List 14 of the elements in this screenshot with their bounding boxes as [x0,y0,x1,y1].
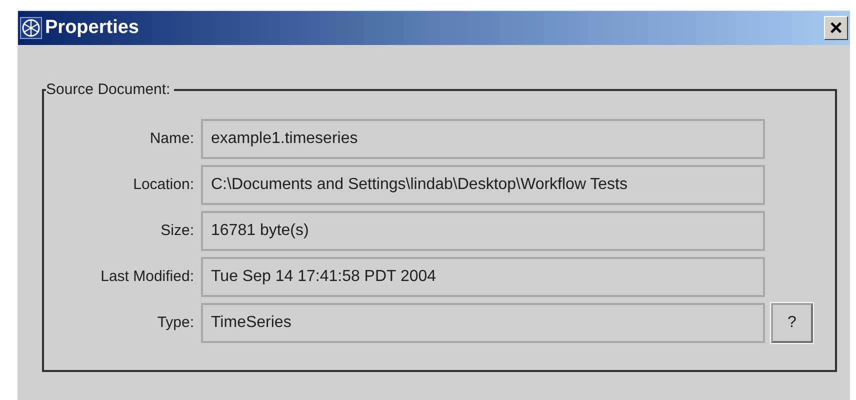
field-label: Name: [148,128,195,149]
field-label: Type: [156,312,195,333]
field-label: Size: [160,220,195,241]
field-label: Location: [132,174,195,195]
text-field[interactable]: C:\Documents and Settings\lindab\Desktop\Workflow Tests [201,165,765,205]
help-button[interactable]: ? [771,303,813,343]
app-icon [20,17,42,39]
close-button[interactable]: × [824,16,848,40]
text-field[interactable]: TimeSeries [201,303,765,343]
text-field[interactable]: Tue Sep 14 17:41:58 PDT 2004 [201,257,765,297]
text-field[interactable]: 16781 byte(s) [201,211,765,251]
window-title: Properties [45,16,139,40]
text-field[interactable]: example1.timeseries [201,119,765,159]
field-label: Last Modified: [100,266,195,287]
